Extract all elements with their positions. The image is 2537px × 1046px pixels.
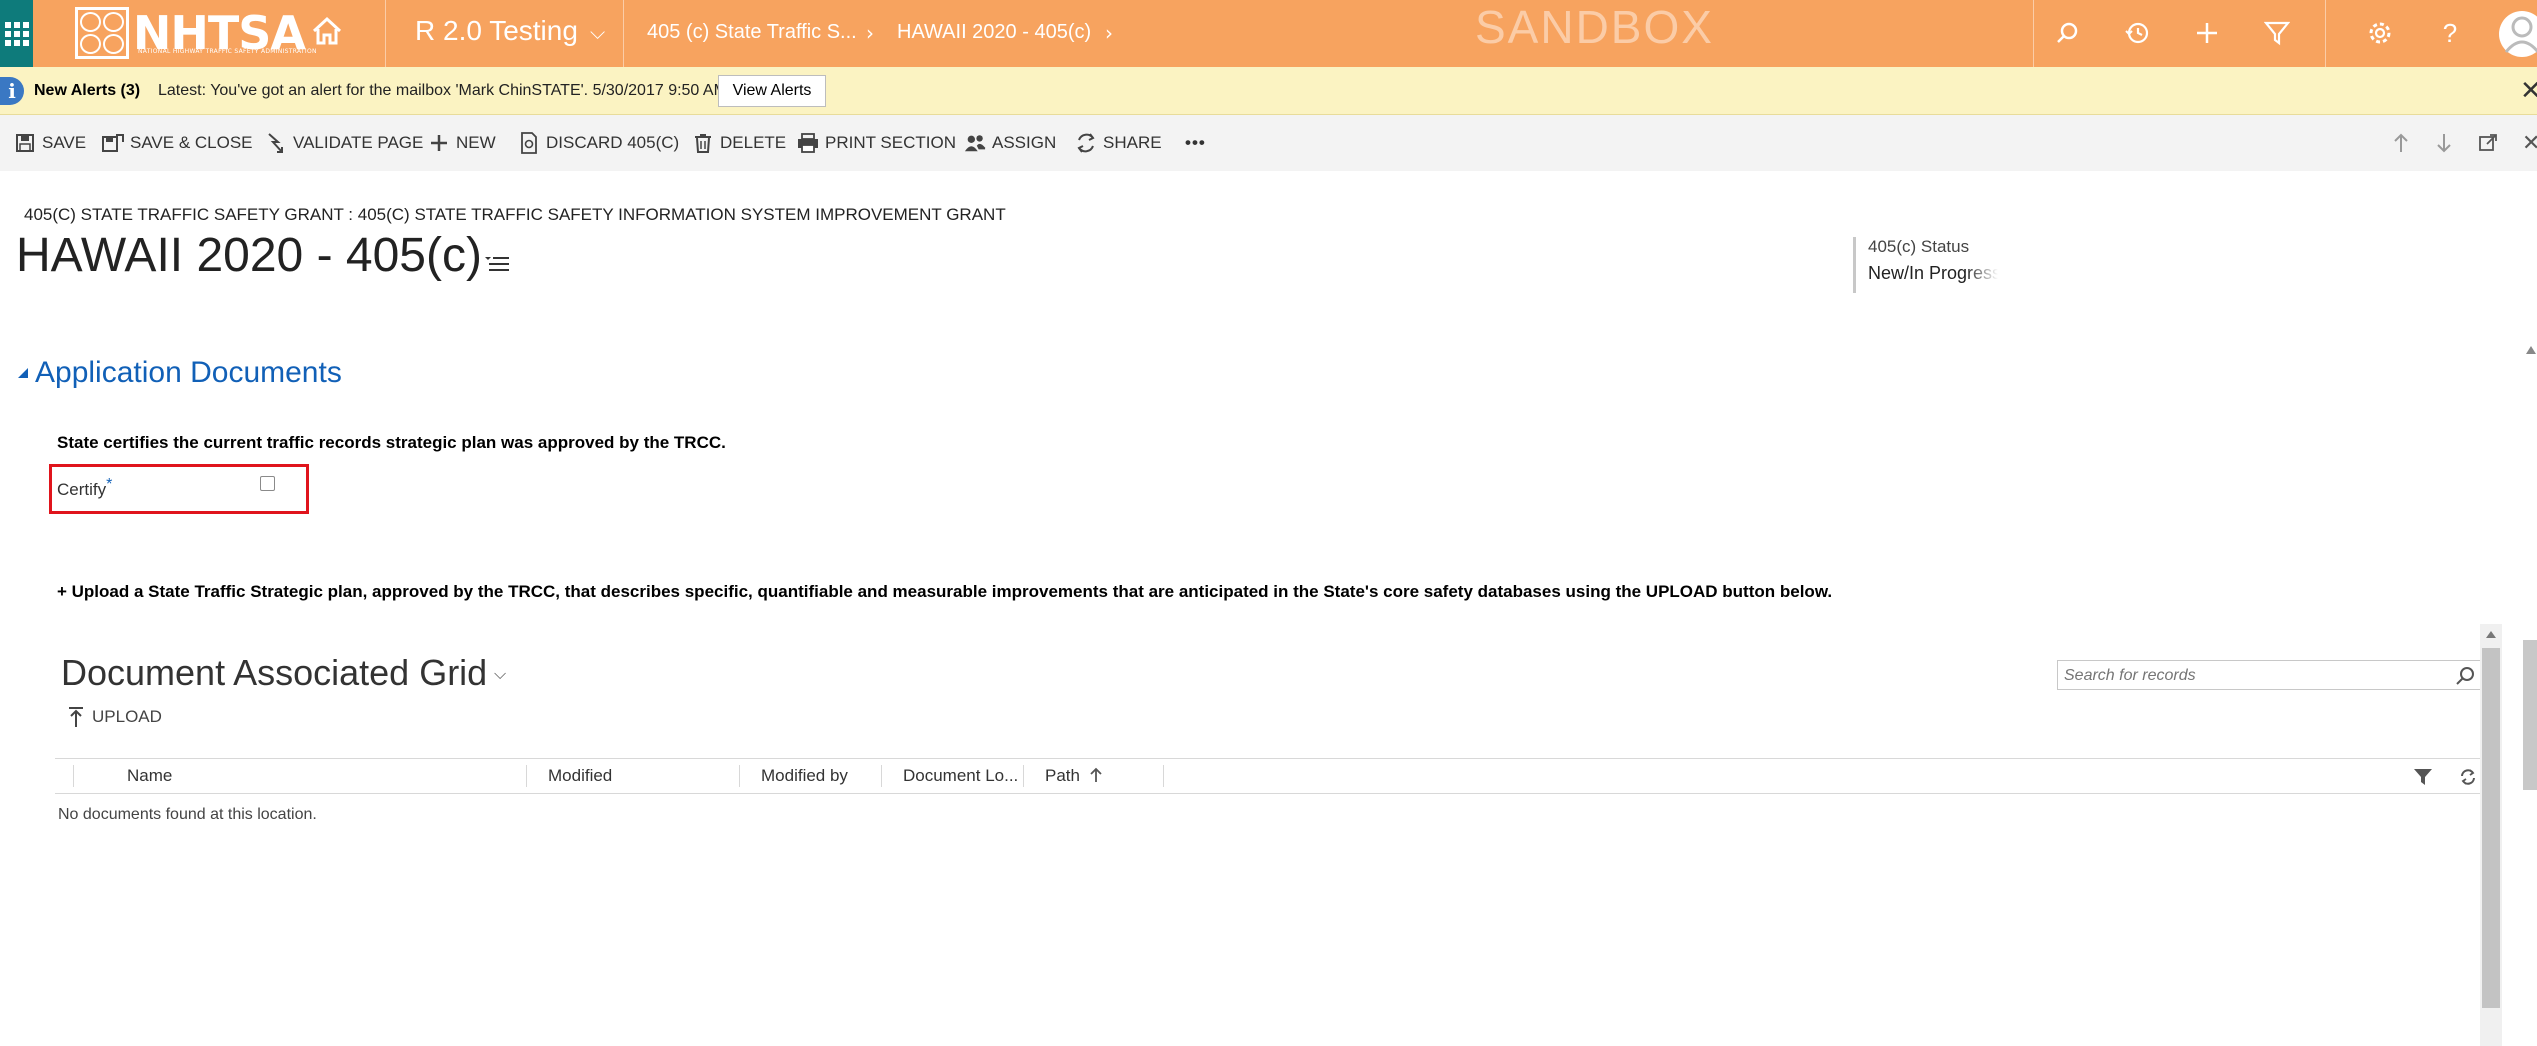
upload-instruction: + Upload a State Traffic Strategic plan,… — [57, 582, 1833, 601]
column-separator — [1163, 765, 1164, 787]
column-separator — [881, 765, 882, 787]
new-button[interactable]: NEW — [428, 131, 496, 155]
page-scroll-up-icon[interactable] — [2526, 346, 2536, 354]
column-header-name[interactable]: Name — [127, 759, 172, 793]
share-button[interactable]: SHARE — [1075, 131, 1162, 155]
nav-crumb-entity[interactable]: 405 (c) State Traffic S... — [647, 21, 857, 44]
nav-crumb-record[interactable]: HAWAII 2020 - 405(c) — [897, 21, 1091, 44]
info-icon: i — [0, 77, 24, 105]
save-icon — [14, 132, 36, 154]
user-avatar-icon[interactable] — [2498, 8, 2537, 60]
alert-message: Latest: You've got an alert for the mail… — [158, 82, 727, 99]
print-section-button[interactable]: PRINT SECTION — [797, 131, 956, 155]
column-separator — [739, 765, 740, 787]
command-bar: SAVE SAVE & CLOSE VALIDATE PAGE NEW DISC… — [0, 115, 2537, 171]
save-button[interactable]: SAVE — [14, 131, 86, 155]
logo-subtext: NATIONAL HIGHWAY TRAFFIC SAFETY ADMINIST… — [138, 48, 317, 55]
assign-button[interactable]: ASSIGN — [964, 131, 1056, 155]
validate-page-button[interactable]: VALIDATE PAGE — [265, 131, 423, 155]
record-title: HAWAII 2020 - 405(c) — [16, 229, 482, 282]
grid-scrollbar-thumb[interactable] — [2482, 648, 2500, 1008]
save-close-button[interactable]: SAVE & CLOSE — [102, 131, 253, 155]
upload-arrow-icon — [69, 707, 83, 727]
arrow-up-icon[interactable] — [2393, 131, 2409, 155]
app-name[interactable]: R 2.0 Testing — [415, 15, 578, 47]
certify-instruction: State certifies the current traffic reco… — [57, 433, 726, 452]
delete-button[interactable]: DELETE — [692, 131, 786, 155]
column-header-path[interactable]: Path — [1045, 759, 1103, 793]
alert-bar: i New Alerts (3) Latest: You've got an a… — [0, 67, 2537, 115]
search-icon[interactable] — [2052, 18, 2082, 48]
nav-divider — [2033, 0, 2034, 67]
assign-icon — [964, 132, 986, 154]
status-field: 405(c) Status New/In Progress — [1853, 237, 1998, 293]
sort-ascending-icon — [1090, 767, 1102, 782]
grid-view-chevron-down-icon[interactable]: ⌵ — [494, 664, 506, 684]
grid-filter-icon[interactable] — [2413, 768, 2433, 786]
help-icon[interactable]: ? — [2435, 18, 2465, 48]
filter-icon[interactable] — [2262, 18, 2292, 48]
certify-label: Certify* — [57, 476, 113, 499]
waffle-icon — [4, 21, 29, 46]
nhtsa-emblem-icon — [75, 7, 129, 59]
arrow-down-icon[interactable] — [2436, 131, 2452, 155]
chevron-right-icon[interactable]: › — [1105, 21, 1113, 45]
column-separator — [73, 765, 74, 787]
upload-button[interactable]: UPLOAD — [68, 706, 162, 728]
app-chevron-down-icon[interactable]: ⌵ — [590, 20, 605, 44]
alert-title: New Alerts (3) — [34, 82, 141, 99]
close-icon[interactable]: ✕ — [2520, 76, 2537, 106]
column-header-modified[interactable]: Modified — [548, 759, 612, 793]
grid-header-row: Name Modified Modified by Document Lo...… — [55, 758, 2480, 794]
more-commands-button[interactable]: ••• — [1185, 131, 1206, 155]
grid-search-box — [2057, 660, 2481, 690]
required-marker: * — [106, 476, 113, 493]
section-collapse-icon[interactable] — [18, 368, 28, 378]
grid-scroll-up-icon[interactable] — [2480, 624, 2502, 644]
discard-button[interactable]: DISCARD 405(C) — [518, 131, 679, 155]
add-icon — [428, 132, 450, 154]
environment-label: SANDBOX — [1475, 1, 1714, 53]
nav-divider — [623, 0, 624, 67]
search-icon[interactable] — [2454, 665, 2476, 687]
home-icon[interactable] — [310, 14, 344, 48]
record-entity-breadcrumb: 405(C) STATE TRAFFIC SAFETY GRANT : 405(… — [24, 205, 1006, 224]
trash-icon — [692, 132, 714, 154]
settings-icon[interactable] — [2365, 18, 2395, 48]
page-scrollbar-thumb[interactable] — [2523, 640, 2537, 790]
nav-divider — [385, 0, 386, 67]
section-title[interactable]: Application Documents — [35, 356, 342, 390]
status-label: 405(c) Status — [1868, 237, 1970, 256]
discard-icon — [518, 132, 540, 154]
add-icon[interactable] — [2192, 18, 2222, 48]
status-value: New/In Progress — [1868, 263, 1998, 283]
validate-icon — [265, 132, 287, 154]
top-navigation-bar: NHTSA NATIONAL HIGHWAY TRAFFIC SAFETY AD… — [0, 0, 2537, 67]
pop-out-icon[interactable] — [2479, 131, 2497, 155]
grid-search-input[interactable] — [2064, 665, 2444, 687]
view-alerts-button[interactable]: View Alerts — [718, 75, 826, 107]
form-selector-icon[interactable] — [484, 252, 510, 274]
chevron-right-icon: › — [866, 21, 874, 45]
recent-icon[interactable] — [2122, 18, 2152, 48]
column-separator — [526, 765, 527, 787]
column-separator — [1023, 765, 1024, 787]
save-close-icon — [102, 132, 124, 154]
column-header-document-location[interactable]: Document Lo... — [903, 759, 1018, 793]
app-launcher-button[interactable] — [0, 0, 33, 67]
grid-title[interactable]: Document Associated Grid — [61, 652, 487, 694]
refresh-icon[interactable] — [2459, 768, 2477, 786]
close-form-icon[interactable]: ✕ — [2522, 130, 2537, 155]
column-header-modified-by[interactable]: Modified by — [761, 759, 848, 793]
print-icon — [797, 132, 819, 154]
grid-empty-message: No documents found at this location. — [58, 806, 317, 823]
certify-checkbox[interactable] — [260, 476, 275, 491]
share-icon — [1075, 132, 1097, 154]
nav-divider — [2325, 0, 2326, 67]
